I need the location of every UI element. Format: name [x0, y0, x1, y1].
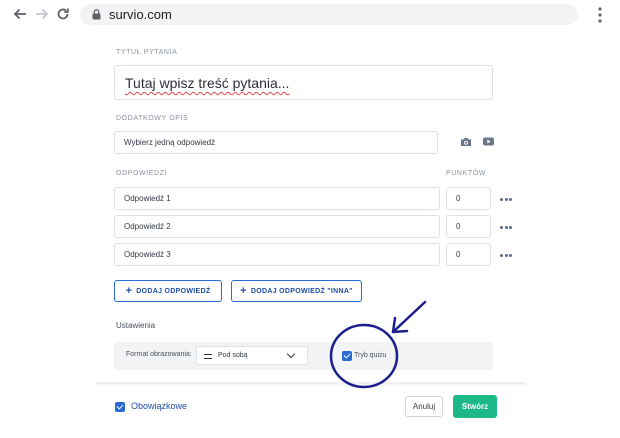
kebab-menu-icon[interactable]	[593, 6, 607, 24]
address-bar[interactable]: survio.com	[80, 4, 578, 25]
cancel-button[interactable]: Anuluj	[405, 396, 443, 417]
points-input[interactable]: 0	[446, 215, 491, 238]
answer-input[interactable]: Odpowiedź 3	[114, 243, 440, 266]
arrow-left-icon	[13, 8, 26, 20]
lock-icon	[92, 9, 101, 20]
video-icon[interactable]	[483, 137, 494, 146]
answer-input[interactable]: Odpowiedź 1	[114, 187, 440, 210]
format-select[interactable]: Pod sobą	[196, 346, 308, 365]
equals-icon	[204, 354, 212, 359]
description-text: Wybierz jedną odpowiedź	[124, 138, 216, 147]
create-button[interactable]: Stwórz	[453, 395, 497, 418]
points-value: 0	[456, 222, 461, 231]
divider	[96, 382, 526, 384]
required-checkbox[interactable]	[115, 402, 125, 412]
chevron-down-icon	[286, 349, 296, 359]
points-label: PUNKTÓW	[446, 170, 486, 177]
question-title-text: Tutaj wpisz treść pytania...	[125, 75, 290, 91]
reload-icon	[57, 8, 69, 20]
quiz-mode-checkbox[interactable]	[342, 351, 352, 361]
camera-icon[interactable]	[460, 137, 472, 147]
plus-icon: +	[240, 284, 247, 297]
reload-button[interactable]	[53, 4, 73, 24]
arrow-right-icon	[36, 8, 49, 20]
points-value: 0	[456, 250, 461, 259]
forward-button[interactable]	[32, 4, 52, 24]
add-other-label: DODAJ ODPOWIEDŹ "INNA"	[250, 287, 353, 295]
answer-text: Odpowiedź 2	[124, 222, 171, 231]
url-text: survio.com	[109, 7, 172, 22]
annotation-arrow	[391, 300, 427, 334]
answers-label: ODPOWIEDZI	[116, 170, 168, 177]
question-title-label: TYTUŁ PYTANIA	[116, 49, 178, 56]
settings-panel: Format obrazowania: Pod sobą Tryb quizu	[114, 342, 493, 370]
description-label: DODATKOWY OPIS	[116, 115, 189, 122]
question-title-input[interactable]: Tutaj wpisz treść pytania...	[114, 65, 493, 100]
settings-title: Ustawienia	[116, 321, 156, 330]
points-input[interactable]: 0	[446, 187, 491, 210]
answer-text: Odpowiedź 3	[124, 250, 171, 259]
points-value: 0	[456, 194, 461, 203]
quiz-mode-label: Tryb quizu	[354, 352, 387, 359]
more-dots-icon[interactable]	[500, 252, 512, 258]
required-label: Obowiązkowe	[131, 401, 188, 411]
answer-input[interactable]: Odpowiedź 2	[114, 215, 440, 238]
browser-toolbar: survio.com	[0, 0, 620, 30]
add-answer-label: DODAJ ODPOWIEDŹ	[136, 287, 211, 295]
description-input[interactable]: Wybierz jedną odpowiedź	[114, 131, 438, 154]
more-dots-icon[interactable]	[500, 196, 512, 202]
plus-icon: +	[125, 284, 133, 297]
format-value: Pod sobą	[218, 352, 248, 359]
answer-text: Odpowiedź 1	[124, 194, 171, 203]
back-button[interactable]	[10, 4, 30, 24]
points-input[interactable]: 0	[446, 243, 491, 266]
more-dots-icon[interactable]	[500, 224, 512, 230]
add-answer-button[interactable]: + DODAJ ODPOWIEDŹ	[114, 280, 222, 302]
add-other-answer-button[interactable]: + DODAJ ODPOWIEDŹ "INNA"	[231, 280, 362, 302]
format-label: Format obrazowania:	[126, 351, 192, 358]
